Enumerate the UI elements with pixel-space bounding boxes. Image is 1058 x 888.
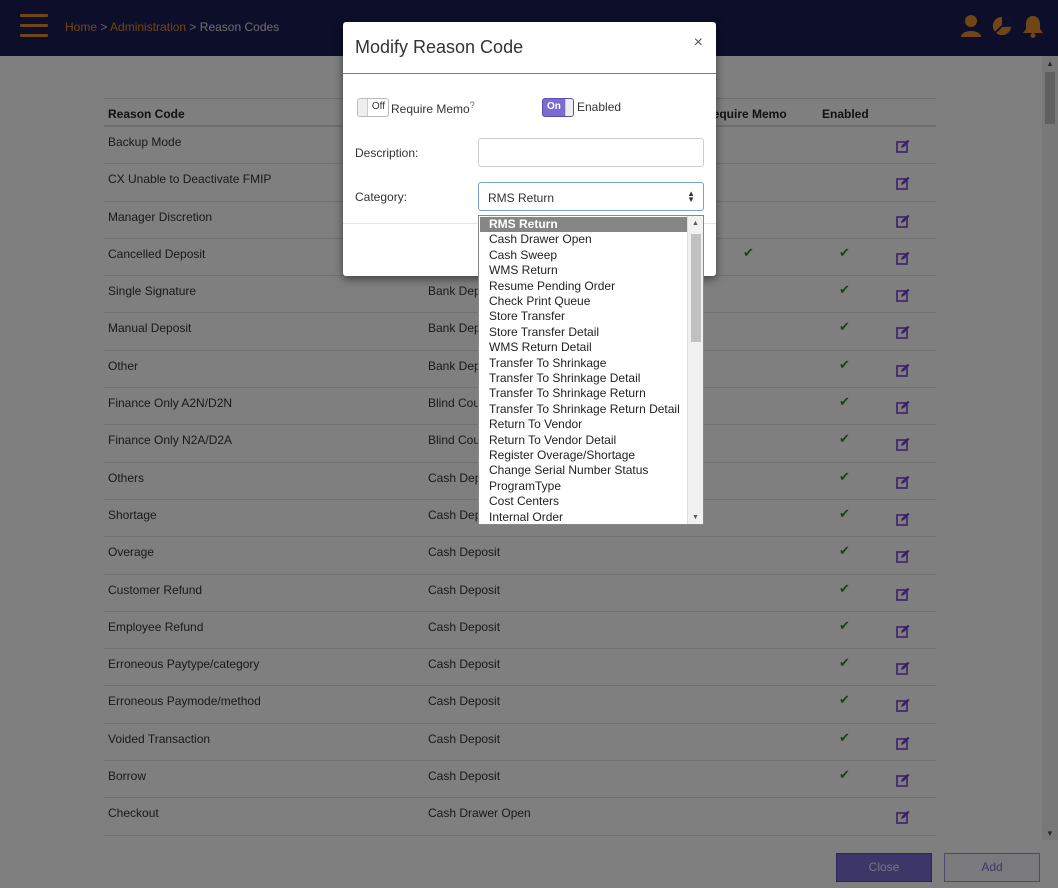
require-memo-label: Require Memo?: [391, 100, 475, 116]
scrollbar-thumb[interactable]: [691, 234, 701, 342]
dropdown-option[interactable]: Cash Sweep: [480, 248, 687, 263]
require-memo-toggle[interactable]: Off: [357, 98, 389, 117]
category-label: Category:: [355, 190, 408, 204]
dropdown-option[interactable]: ProgramType: [480, 479, 687, 494]
modal-title: Modify Reason Code: [355, 37, 524, 57]
scroll-down-arrow-icon[interactable]: ▼: [692, 514, 699, 521]
modal-header: Modify Reason Code ×: [343, 22, 716, 74]
scroll-up-arrow-icon[interactable]: ▲: [692, 220, 699, 227]
dropdown-option[interactable]: Change Serial Number Status: [480, 463, 687, 478]
dropdown-option[interactable]: Resume Pending Order: [480, 279, 687, 294]
enabled-toggle[interactable]: On: [542, 98, 574, 117]
dropdown-option[interactable]: Transfer To Shrinkage Detail: [480, 371, 687, 386]
dropdown-option[interactable]: WMS Return: [480, 263, 687, 278]
help-icon[interactable]: ?: [470, 100, 475, 110]
dropdown-option[interactable]: Cash Drawer Open: [480, 232, 687, 247]
description-input[interactable]: [478, 138, 704, 167]
category-select[interactable]: RMS Return ▲ ▼: [478, 182, 704, 211]
dropdown-option[interactable]: Store Transfer Detail: [480, 325, 687, 340]
dropdown-option[interactable]: Return To Vendor: [480, 417, 687, 432]
dropdown-option[interactable]: Store Transfer: [480, 309, 687, 324]
dropdown-option[interactable]: Cost Centers: [480, 494, 687, 509]
dropdown-option[interactable]: WMS Return Detail: [480, 340, 687, 355]
description-label: Description:: [355, 146, 419, 160]
select-arrows-icon: ▲ ▼: [687, 189, 695, 204]
enabled-label: Enabled: [577, 100, 622, 114]
dropdown-option[interactable]: Check Print Queue: [480, 294, 687, 309]
dropdown-option[interactable]: Transfer To Shrinkage Return: [480, 386, 687, 401]
dropdown-option[interactable]: Return To Vendor Detail: [480, 433, 687, 448]
category-dropdown-list[interactable]: RMS Return Cash Drawer Open Cash Sweep WMS …: [478, 215, 704, 525]
dropdown-option[interactable]: Transfer To Shrinkage Return Detail: [480, 402, 687, 417]
dropdown-option[interactable]: Register Overage/Shortage: [480, 448, 687, 463]
dropdown-scrollbar[interactable]: ▲ ▼: [687, 216, 703, 524]
close-icon[interactable]: ×: [694, 34, 703, 52]
dropdown-option[interactable]: Transfer To Shrinkage: [480, 356, 687, 371]
dropdown-option[interactable]: RMS Return: [480, 217, 687, 233]
dropdown-option[interactable]: Internal Order: [480, 510, 687, 525]
